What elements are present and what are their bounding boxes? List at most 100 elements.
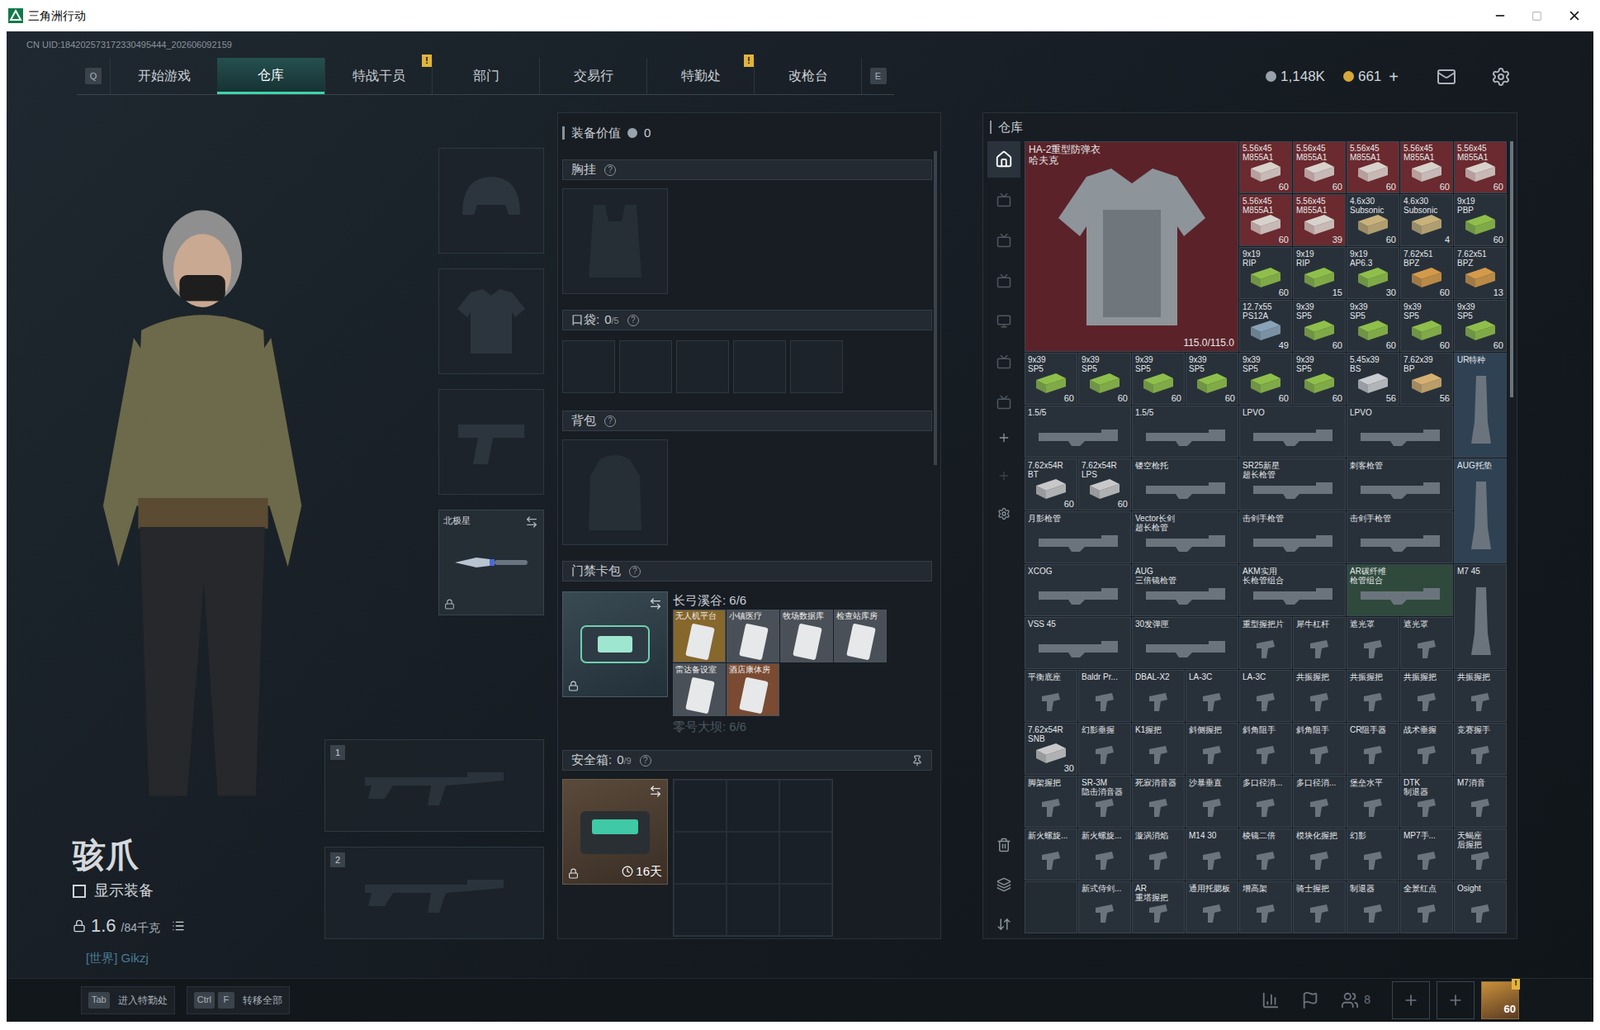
inventory-item[interactable]: 9x39 SP560 — [1292, 352, 1346, 405]
help-icon[interactable]: ? — [604, 415, 616, 427]
inventory-item[interactable]: 幻影垂握 — [1078, 722, 1132, 775]
keycard-case-slot[interactable] — [562, 591, 668, 697]
show-equipment-checkbox[interactable]: 显示装备 — [72, 879, 325, 902]
inventory-item[interactable]: LA-3C — [1239, 669, 1293, 722]
nav-tab[interactable]: 特勤处! — [646, 57, 754, 95]
keycard[interactable]: 检查站库房 — [833, 609, 887, 663]
inventory-item[interactable]: 7.62x54R LPS60 — [1078, 458, 1132, 511]
inventory-item[interactable]: MP7手... — [1400, 828, 1454, 881]
warehouse-tab[interactable] — [987, 262, 1021, 299]
inventory-item[interactable]: 沙暴垂直 — [1185, 775, 1239, 828]
safe-cell[interactable] — [726, 883, 780, 936]
inventory-item[interactable]: 全景红点 — [1400, 880, 1454, 933]
inventory-item[interactable]: 新火螺旋... — [1078, 828, 1132, 881]
flag-icon[interactable] — [1301, 990, 1320, 1009]
inventory-item[interactable]: UR特种 — [1453, 352, 1507, 458]
inventory-item[interactable]: 5.56x45 M855A160 — [1346, 141, 1400, 194]
help-icon[interactable]: ? — [629, 565, 641, 578]
keycard[interactable]: 酒店康体房 — [726, 662, 780, 716]
key-cap[interactable]: F — [217, 991, 235, 1009]
close-icon[interactable] — [1566, 8, 1582, 24]
swap-icon[interactable] — [648, 596, 663, 611]
keycard-map-name[interactable]: 长弓溪谷: 6/6 — [672, 591, 887, 610]
inventory-item[interactable]: 多口径消... — [1292, 775, 1346, 828]
inventory-item[interactable]: 共振握把 — [1346, 669, 1400, 722]
inventory-item[interactable]: 共振握把 — [1292, 669, 1346, 722]
inventory-item[interactable]: CR阻手器 — [1346, 722, 1400, 775]
inventory-item[interactable]: 共振握把 — [1453, 669, 1507, 722]
equipment-slot[interactable] — [438, 268, 545, 374]
inventory-item[interactable]: 脚架握把 — [1024, 775, 1078, 828]
inventory-item[interactable]: 5.56x45 M855A160 — [1239, 141, 1293, 194]
inventory-item[interactable]: 堡垒水平 — [1346, 775, 1400, 828]
key-hint[interactable]: CtrlF转移全部 — [186, 985, 290, 1014]
inventory-item[interactable]: 9x39 SP560 — [1024, 352, 1078, 405]
safe-cell[interactable] — [673, 779, 727, 832]
add-storage-icon[interactable] — [997, 468, 1011, 483]
inventory-item[interactable]: XCOG — [1024, 563, 1132, 616]
inventory-item[interactable]: 制退器 — [1346, 880, 1400, 933]
inventory-item[interactable]: 9x39 SP560 — [1185, 352, 1239, 405]
inventory-item[interactable]: K1握把 — [1131, 722, 1185, 775]
nav-tab[interactable]: 仓库 — [217, 57, 325, 95]
inventory-item[interactable]: 7.62x51 BPZ60 — [1400, 246, 1454, 299]
inventory-item[interactable]: LPVO — [1239, 405, 1346, 458]
inventory-item[interactable]: 新式侍剑... — [1078, 880, 1132, 933]
keycard[interactable]: 牧场数据库 — [780, 609, 834, 663]
inventory-item[interactable]: 9x19 RIP15 — [1292, 246, 1346, 299]
pocket-slot[interactable] — [619, 340, 673, 393]
settings-icon[interactable] — [1491, 66, 1511, 87]
inventory-item[interactable]: 1.5/5 — [1131, 405, 1239, 458]
nav-tab[interactable]: 特战干员! — [324, 57, 432, 95]
inventory-item[interactable]: 5.56x45 M855A160 — [1292, 141, 1346, 194]
inventory-item[interactable]: 月影枪管 — [1024, 511, 1132, 564]
help-icon[interactable]: ? — [627, 314, 640, 327]
inventory-item[interactable]: 多口径消... — [1239, 775, 1293, 828]
minimize-icon[interactable] — [1493, 9, 1507, 23]
scrollbar[interactable] — [1510, 141, 1514, 398]
nav-tab[interactable]: 开始游戏 — [109, 57, 218, 95]
inventory-item[interactable]: 天蝎座 后握把 — [1453, 828, 1507, 881]
inventory-item[interactable]: 9x39 SP560 — [1131, 352, 1185, 405]
invite-slot[interactable] — [1391, 980, 1430, 1019]
inventory-item[interactable]: 5.56x45 M855A160 — [1400, 141, 1454, 194]
inventory-item[interactable]: 战术垂握 — [1400, 722, 1454, 775]
equipment-slot[interactable]: 北极星 — [438, 509, 545, 616]
inventory-item[interactable]: M14 30 — [1185, 828, 1239, 881]
inventory-item[interactable]: 9x19 PBP60 — [1453, 194, 1507, 247]
inventory-item[interactable]: 增高架 — [1239, 880, 1293, 933]
inventory-item[interactable]: 击剑手枪管 — [1239, 511, 1346, 564]
inventory-item[interactable]: HA-2重型防弹衣 哈夫克115.0/115.0 — [1024, 141, 1239, 352]
inventory-item[interactable]: 模块化握把 — [1292, 828, 1346, 881]
help-icon[interactable]: ? — [604, 164, 616, 176]
warehouse-tab[interactable] — [987, 343, 1021, 380]
inventory-item[interactable]: 斜侧握把 — [1185, 722, 1239, 775]
inventory-item[interactable]: 共振握把 — [1400, 669, 1454, 722]
nav-tab[interactable]: 交易行 — [539, 57, 647, 95]
inventory-item[interactable]: 击剑手枪管 — [1346, 511, 1454, 564]
maximize-icon[interactable] — [1531, 10, 1543, 22]
pocket-slot[interactable] — [676, 340, 729, 393]
safe-box-slot[interactable]: 16天 — [562, 778, 668, 885]
swap-icon[interactable] — [648, 784, 663, 798]
inventory-item[interactable]: 9x39 SP560 — [1078, 352, 1132, 405]
pin-icon[interactable] — [911, 754, 924, 767]
inventory-item[interactable]: AR 重塔握把 — [1131, 880, 1185, 933]
inventory-item[interactable]: SR25新星 超长枪管 — [1239, 458, 1346, 511]
inventory-item[interactable]: 9x39 SP560 — [1453, 299, 1507, 352]
inventory-item[interactable]: 1.5/5 — [1024, 405, 1132, 458]
inventory-item[interactable]: 9x39 SP560 — [1292, 299, 1346, 352]
warehouse-tab[interactable] — [987, 181, 1021, 218]
key-cap[interactable]: Ctrl — [194, 991, 215, 1009]
inventory-item[interactable]: Osight — [1453, 880, 1507, 933]
warehouse-tab[interactable] — [987, 141, 1021, 178]
invite-slot[interactable] — [1436, 980, 1475, 1019]
stack-icon[interactable] — [996, 876, 1012, 892]
inventory-item[interactable]: SR-3M 隐击消音器 — [1078, 775, 1132, 828]
inventory-item[interactable]: 镂空枪托 — [1131, 458, 1239, 511]
inventory-item[interactable]: AR碳纤维 枪管组合 — [1346, 563, 1454, 616]
inventory-item[interactable]: 12.7x55 PS12A49 — [1239, 299, 1293, 352]
pocket-slot[interactable] — [733, 340, 786, 393]
safe-cell[interactable] — [779, 779, 833, 832]
weapon-slot[interactable]: 2 — [324, 846, 545, 939]
